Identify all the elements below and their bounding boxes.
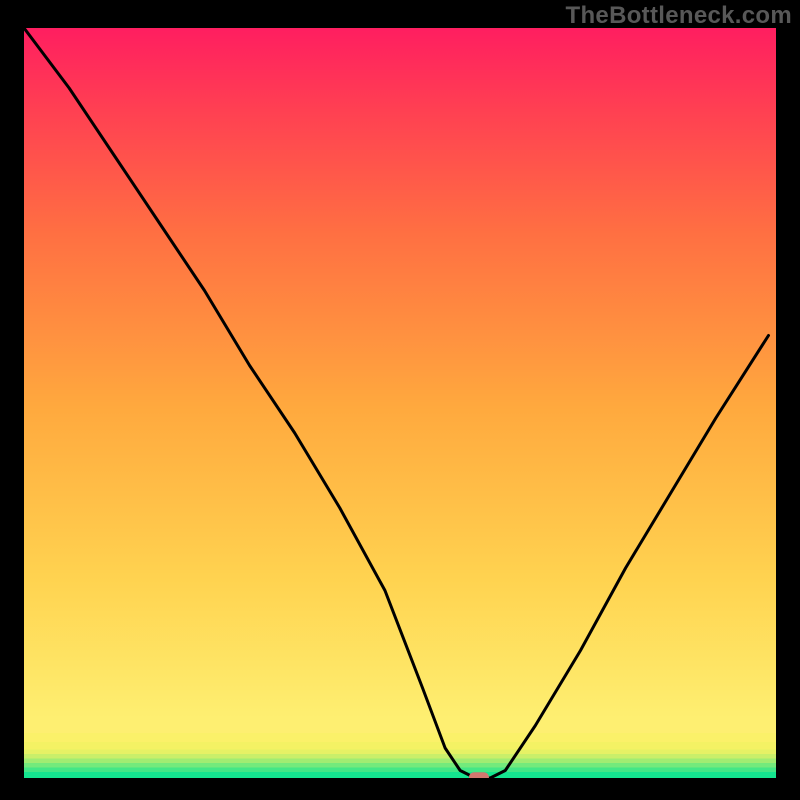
plot-area — [24, 28, 776, 778]
chart-svg — [24, 28, 776, 778]
bg-band — [24, 733, 776, 742]
bg-band — [24, 750, 776, 755]
minimum-marker — [469, 772, 489, 778]
chart-container: TheBottleneck.com — [0, 0, 800, 800]
bg-band — [24, 759, 776, 764]
bg-band — [24, 763, 776, 768]
bg-band — [24, 742, 776, 750]
bg-band — [24, 718, 776, 733]
bg-band — [24, 754, 776, 759]
bg-gradient — [24, 28, 776, 718]
bg-band — [24, 768, 776, 773]
watermark-text: TheBottleneck.com — [566, 2, 792, 30]
bg-band — [24, 772, 776, 778]
